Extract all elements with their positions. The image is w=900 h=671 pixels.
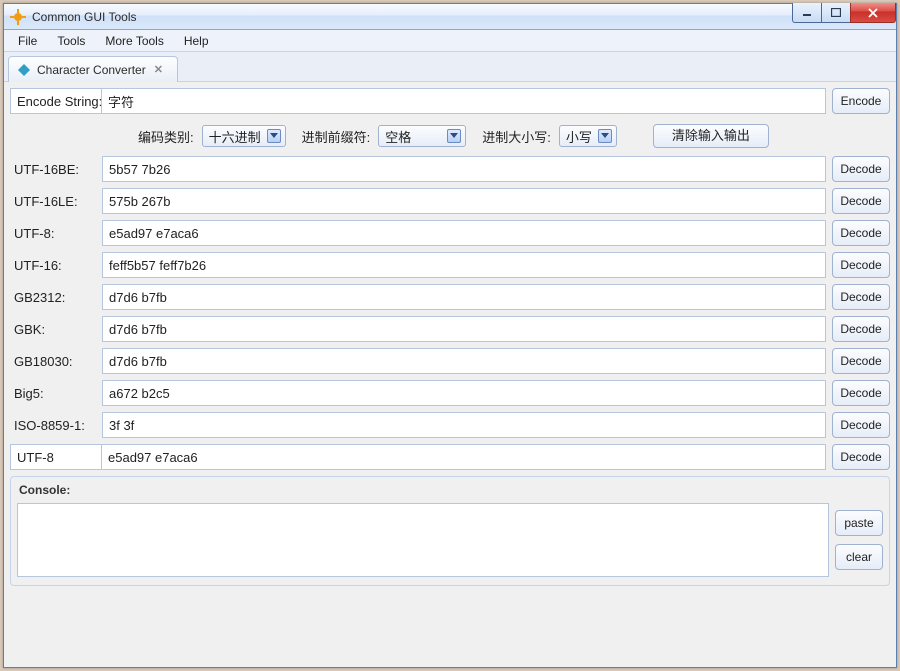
encoding-label: UTF-16: (10, 254, 102, 277)
encoding-row: GB2312: Decode (10, 284, 890, 310)
case-select[interactable]: 小写 (559, 125, 617, 147)
decode-button[interactable]: Decode (832, 412, 890, 438)
console-label: Console: (17, 481, 883, 503)
maximize-icon (831, 8, 841, 17)
encoding-value-input[interactable] (102, 156, 826, 182)
menu-file[interactable]: File (10, 32, 45, 50)
main-panel: Encode String: Encode 编码类别: 十六进制 进制前缀符: … (4, 82, 896, 592)
console-group: Console: paste clear (10, 476, 890, 586)
encoding-label: UTF-8 (10, 444, 102, 470)
encoding-row: UTF-8 Decode (10, 444, 890, 470)
chevron-down-icon (447, 129, 461, 143)
encoding-value-input[interactable] (101, 444, 826, 470)
clear-button[interactable]: clear (835, 544, 883, 570)
converter-icon (17, 63, 31, 77)
case-label: 进制大小写: (482, 127, 551, 146)
encoding-row: UTF-8: Decode (10, 220, 890, 246)
chevron-down-icon (598, 129, 612, 143)
encoding-row: GBK: Decode (10, 316, 890, 342)
window-controls (793, 3, 896, 23)
encoding-label: GBK: (10, 318, 102, 341)
prefix-select[interactable]: 空格 (378, 125, 466, 147)
minimize-icon (802, 9, 812, 17)
encode-input[interactable] (101, 88, 826, 114)
menu-tools[interactable]: Tools (49, 32, 93, 50)
tab-character-converter[interactable]: Character Converter ✕ (8, 56, 178, 82)
options-row: 编码类别: 十六进制 进制前缀符: 空格 进制大小写: 小写 清除输入输出 (10, 120, 890, 156)
tab-strip: Character Converter ✕ (4, 52, 896, 82)
encoding-value-input[interactable] (102, 348, 826, 374)
encode-row: Encode String: Encode (10, 88, 890, 114)
encoding-label: UTF-16BE: (10, 158, 102, 181)
close-icon (867, 8, 879, 18)
type-label: 编码类别: (138, 127, 194, 146)
tab-close-icon[interactable]: ✕ (152, 63, 165, 76)
encoding-value-input[interactable] (102, 316, 826, 342)
encoding-label: ISO-8859-1: (10, 414, 102, 437)
decode-button[interactable]: Decode (832, 220, 890, 246)
chevron-down-icon (267, 129, 281, 143)
type-value: 十六进制 (209, 127, 261, 146)
encoding-rows: UTF-16BE: Decode UTF-16LE: Decode UTF-8: Deco… (10, 156, 890, 470)
window-title: Common GUI Tools (32, 10, 136, 24)
prefix-label: 进制前缀符: (302, 127, 371, 146)
encoding-value-input[interactable] (102, 284, 826, 310)
encoding-row: ISO-8859-1: Decode (10, 412, 890, 438)
app-window: Common GUI Tools File Tools More Tools H… (3, 3, 897, 668)
case-value: 小写 (566, 127, 592, 146)
app-icon (10, 9, 26, 25)
decode-button[interactable]: Decode (832, 284, 890, 310)
encoding-label: UTF-16LE: (10, 190, 102, 213)
tab-label: Character Converter (37, 63, 146, 77)
encoding-value-input[interactable] (102, 188, 826, 214)
menu-more-tools[interactable]: More Tools (97, 32, 171, 50)
decode-button[interactable]: Decode (832, 188, 890, 214)
encode-label: Encode String: (10, 88, 102, 114)
encoding-row: UTF-16LE: Decode (10, 188, 890, 214)
maximize-button[interactable] (821, 3, 851, 23)
encoding-value-input[interactable] (102, 252, 826, 278)
clear-io-button[interactable]: 清除输入输出 (653, 124, 769, 148)
encoding-value-input[interactable] (102, 380, 826, 406)
encoding-label: Big5: (10, 382, 102, 405)
titlebar: Common GUI Tools (4, 4, 896, 30)
console-textarea[interactable] (17, 503, 829, 577)
console-buttons: paste clear (835, 503, 883, 577)
menu-help[interactable]: Help (176, 32, 217, 50)
encoding-row: Big5: Decode (10, 380, 890, 406)
menubar: File Tools More Tools Help (4, 30, 896, 52)
decode-button[interactable]: Decode (832, 252, 890, 278)
encoding-label: GB18030: (10, 350, 102, 373)
decode-button[interactable]: Decode (832, 316, 890, 342)
encoding-row: GB18030: Decode (10, 348, 890, 374)
decode-button[interactable]: Decode (832, 348, 890, 374)
decode-button[interactable]: Decode (832, 156, 890, 182)
paste-button[interactable]: paste (835, 510, 883, 536)
encoding-label: GB2312: (10, 286, 102, 309)
encoding-value-input[interactable] (102, 412, 826, 438)
minimize-button[interactable] (792, 3, 822, 23)
encoding-row: UTF-16BE: Decode (10, 156, 890, 182)
decode-button[interactable]: Decode (832, 444, 890, 470)
type-select[interactable]: 十六进制 (202, 125, 286, 147)
encoding-value-input[interactable] (102, 220, 826, 246)
decode-button[interactable]: Decode (832, 380, 890, 406)
encoding-label: UTF-8: (10, 222, 102, 245)
encoding-row: UTF-16: Decode (10, 252, 890, 278)
prefix-value: 空格 (385, 127, 411, 146)
close-button[interactable] (850, 3, 896, 23)
encode-button[interactable]: Encode (832, 88, 890, 114)
